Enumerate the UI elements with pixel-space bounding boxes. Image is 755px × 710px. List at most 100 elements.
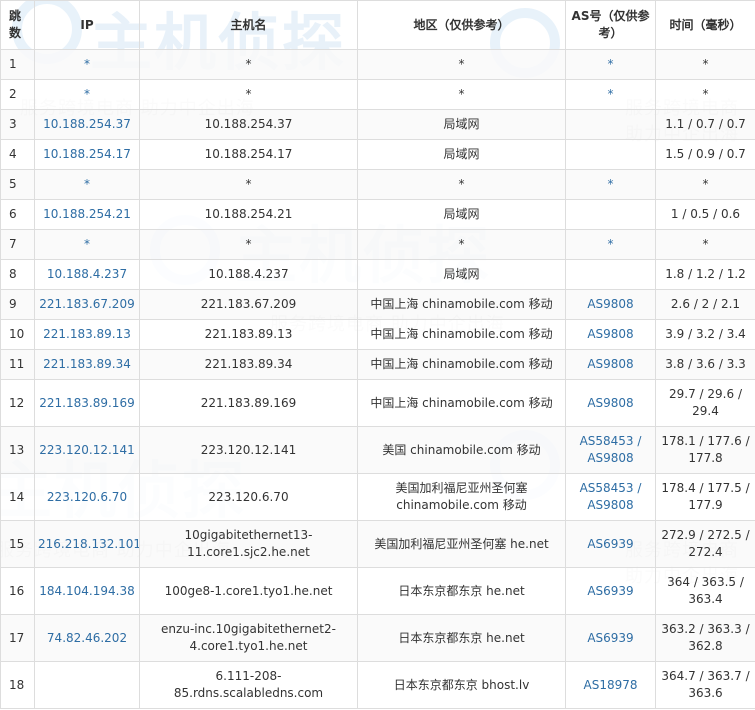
as-cell[interactable]: AS9808 (565, 319, 656, 350)
as-cell[interactable]: AS58453 / AS9808 (565, 473, 656, 521)
hostname-cell: 223.120.6.70 (139, 473, 358, 521)
hostname-cell: 221.183.89.34 (139, 349, 358, 380)
hostname-cell: 10.188.4.237 (139, 259, 358, 290)
as-cell[interactable]: AS58453 / AS9808 (565, 426, 656, 474)
time-cell: * (655, 79, 755, 110)
as-cell (565, 109, 656, 140)
table-header-row: 跳数 IP 主机名 地区（仅供参考） AS号（仅供参考） 时间（毫秒） (0, 0, 755, 50)
table-row: 7 * * * * * (0, 229, 755, 260)
hostname-cell: * (139, 49, 358, 80)
time-cell: 178.4 / 177.5 / 177.9 (655, 473, 755, 521)
table-row: 16 184.104.194.38 100ge8-1.core1.tyo1.he.n… (0, 567, 755, 615)
time-cell: * (655, 49, 755, 80)
ip-cell[interactable]: 221.183.89.34 (34, 349, 140, 380)
region-cell: * (357, 169, 566, 200)
table-row: 12 221.183.89.169 221.183.89.169 中国上海 china… (0, 379, 755, 427)
ip-cell: * (34, 79, 140, 110)
as-cell[interactable]: AS18978 (565, 661, 656, 709)
region-cell: 局域网 (357, 139, 566, 170)
region-cell: 局域网 (357, 199, 566, 230)
hostname-cell: 10.188.254.37 (139, 109, 358, 140)
region-cell: 美国 chinamobile.com 移动 (357, 426, 566, 474)
hop-cell: 3 (0, 109, 35, 140)
hostname-cell: 10.188.254.17 (139, 139, 358, 170)
hostname-cell: 10gigabitethernet13-11.core1.sjc2.he.net (139, 520, 358, 568)
table-row: 5 * * * * * (0, 169, 755, 200)
ip-cell[interactable]: 223.120.6.70 (34, 473, 140, 521)
as-cell[interactable]: AS6939 (565, 520, 656, 568)
hostname-cell: * (139, 79, 358, 110)
hop-cell: 13 (0, 426, 35, 474)
hop-cell: 16 (0, 567, 35, 615)
as-cell: * (565, 49, 656, 80)
hop-cell: 9 (0, 289, 35, 320)
hostname-cell: * (139, 229, 358, 260)
ip-cell[interactable]: 221.183.67.209 (34, 289, 140, 320)
as-cell[interactable]: AS9808 (565, 379, 656, 427)
time-cell: 178.1 / 177.6 / 177.8 (655, 426, 755, 474)
hop-cell: 12 (0, 379, 35, 427)
header-ip: IP (34, 0, 140, 50)
header-hostname: 主机名 (139, 0, 358, 50)
table-row: 15 216.218.132.101 10gigabitethernet13-11.… (0, 520, 755, 568)
table-row: 14 223.120.6.70 223.120.6.70 美国加利福尼亚州圣何塞 ch… (0, 473, 755, 521)
time-cell: 1.1 / 0.7 / 0.7 (655, 109, 755, 140)
time-cell: * (655, 229, 755, 260)
table-row: 3 10.188.254.37 10.188.254.37 局域网 1.1 / 0.7 … (0, 109, 755, 140)
as-cell: * (565, 79, 656, 110)
time-cell: 1 / 0.5 / 0.6 (655, 199, 755, 230)
as-cell[interactable]: AS6939 (565, 614, 656, 662)
hop-cell: 4 (0, 139, 35, 170)
hop-cell: 18 (0, 661, 35, 709)
time-cell: 363.2 / 363.3 / 362.8 (655, 614, 755, 662)
time-cell: 272.9 / 272.5 / 272.4 (655, 520, 755, 568)
as-cell[interactable]: AS9808 (565, 349, 656, 380)
hop-cell: 1 (0, 49, 35, 80)
hostname-cell: 221.183.89.169 (139, 379, 358, 427)
region-cell: * (357, 49, 566, 80)
table-row: 11 221.183.89.34 221.183.89.34 中国上海 chinamo… (0, 349, 755, 380)
hostname-cell: 221.183.89.13 (139, 319, 358, 350)
time-cell: 2.6 / 2 / 2.1 (655, 289, 755, 320)
region-cell: 局域网 (357, 259, 566, 290)
time-cell: 29.7 / 29.6 / 29.4 (655, 379, 755, 427)
as-cell[interactable]: AS9808 (565, 289, 656, 320)
hostname-cell: * (139, 169, 358, 200)
header-hop: 跳数 (0, 0, 35, 50)
ip-cell[interactable]: 216.218.132.101 (34, 520, 140, 568)
hostname-cell: 10.188.254.21 (139, 199, 358, 230)
ip-cell[interactable]: 10.188.254.21 (34, 199, 140, 230)
time-cell: 3.8 / 3.6 / 3.3 (655, 349, 755, 380)
ip-cell[interactable]: 10.188.254.17 (34, 139, 140, 170)
ip-cell[interactable]: 184.104.194.38 (34, 567, 140, 615)
table-row: 18 6.111-208-85.rdns.scalabledns.com 日本东京都… (0, 661, 755, 709)
region-cell: 中国上海 chinamobile.com 移动 (357, 319, 566, 350)
hostname-cell: 100ge8-1.core1.tyo1.he.net (139, 567, 358, 615)
as-cell (565, 199, 656, 230)
table-row: 13 223.120.12.141 223.120.12.141 美国 chinamo… (0, 426, 755, 474)
ip-cell[interactable]: 221.183.89.169 (34, 379, 140, 427)
as-cell: * (565, 169, 656, 200)
ip-cell[interactable]: 74.82.46.202 (34, 614, 140, 662)
region-cell: * (357, 79, 566, 110)
header-region: 地区（仅供参考） (357, 0, 566, 50)
header-as: AS号（仅供参考） (565, 0, 656, 50)
hop-cell: 5 (0, 169, 35, 200)
ip-cell[interactable]: 10.188.4.237 (34, 259, 140, 290)
ip-cell: * (34, 229, 140, 260)
ip-cell: * (34, 169, 140, 200)
table-row: 4 10.188.254.17 10.188.254.17 局域网 1.5 / 0.9 … (0, 139, 755, 170)
header-time: 时间（毫秒） (655, 0, 755, 50)
table-row: 1 * * * * * (0, 49, 755, 80)
ip-cell (34, 661, 140, 709)
time-cell: 364 / 363.5 / 363.4 (655, 567, 755, 615)
region-cell: 日本东京都东京 he.net (357, 567, 566, 615)
ip-cell[interactable]: 221.183.89.13 (34, 319, 140, 350)
ip-cell[interactable]: 10.188.254.37 (34, 109, 140, 140)
table-row: 2 * * * * * (0, 79, 755, 110)
table-row: 17 74.82.46.202 enzu-inc.10gigabitethernet… (0, 614, 755, 662)
as-cell[interactable]: AS6939 (565, 567, 656, 615)
ip-cell[interactable]: 223.120.12.141 (34, 426, 140, 474)
hop-cell: 17 (0, 614, 35, 662)
time-cell: 1.8 / 1.2 / 1.2 (655, 259, 755, 290)
